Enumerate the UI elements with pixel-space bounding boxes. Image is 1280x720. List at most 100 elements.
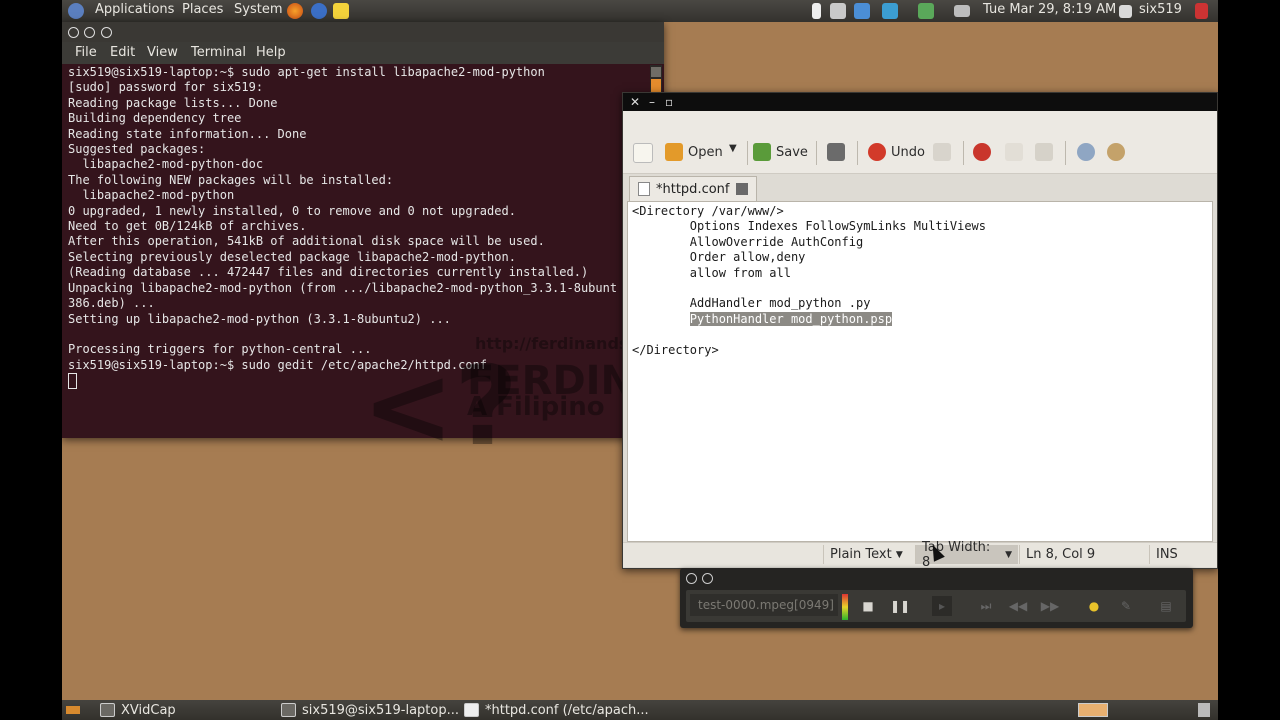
terminal-cursor	[68, 373, 77, 390]
xvidcap-titlebar[interactable]	[680, 568, 1193, 586]
maximize-icon[interactable]	[101, 27, 112, 38]
skip-forward-icon[interactable]: ⏭	[976, 596, 996, 616]
undo-button[interactable]: Undo	[868, 143, 925, 161]
open-button[interactable]: Open	[665, 143, 723, 161]
fast-forward-icon[interactable]: ▶▶	[1040, 596, 1060, 616]
terminal-output[interactable]: six519@six519-laptop:~$ sudo apt-get ins…	[68, 65, 618, 435]
minimize-icon[interactable]: –	[649, 95, 655, 109]
applications-menu[interactable]: Applications	[95, 2, 174, 17]
dropbox-icon[interactable]	[854, 3, 870, 19]
task-label: six519@six519-laptop...	[302, 702, 460, 718]
new-document-icon	[633, 143, 653, 163]
replace-button[interactable]	[1107, 143, 1125, 161]
copy-icon	[1005, 143, 1023, 161]
help-icon[interactable]	[311, 3, 327, 19]
redo-button[interactable]	[933, 143, 951, 161]
toolbar-separator	[747, 141, 748, 165]
clock[interactable]: Tue Mar 29, 8:19 AM	[983, 2, 1116, 17]
capture-filename[interactable]: test-0000.mpeg[0949]	[690, 594, 838, 616]
trash-button[interactable]	[1198, 701, 1210, 719]
language-selector[interactable]: Plain Text ▼	[823, 545, 914, 564]
mail-icon[interactable]	[954, 5, 970, 17]
cursor-position: Ln 8, Col 9	[1019, 545, 1142, 564]
close-tab-icon[interactable]	[735, 183, 748, 195]
copy-button[interactable]	[1005, 143, 1023, 161]
paste-button[interactable]	[1035, 143, 1053, 161]
maximize-icon[interactable]: ▫	[665, 95, 673, 109]
toolbar-separator	[1065, 141, 1066, 165]
code-text: <Directory /var/www/> Options Indexes Fo…	[632, 204, 986, 358]
code-after-selection: </Directory>	[632, 342, 719, 357]
top-panel: Applications Places System Tue Mar 29, 8…	[62, 0, 1218, 22]
chat-icon[interactable]	[830, 3, 846, 19]
task-gedit[interactable]: *httpd.conf (/etc/apach...	[464, 701, 649, 719]
save-button[interactable]: Save	[753, 143, 808, 161]
menu-help[interactable]: Help	[256, 45, 286, 60]
find-button[interactable]	[1077, 143, 1095, 161]
right-letterbox	[1218, 0, 1280, 720]
terminal-line: Reading package lists... Done	[68, 95, 278, 110]
task-terminal[interactable]: six519@six519-laptop...	[281, 701, 459, 719]
places-menu[interactable]: Places	[182, 2, 223, 17]
menu-file[interactable]: File	[75, 45, 97, 60]
toolbar-separator	[963, 141, 964, 165]
file-icon[interactable]: ▤	[1156, 596, 1176, 616]
firefox-icon[interactable]	[287, 3, 303, 19]
terminal-line: Setting up libapache2-mod-python (3.3.1-…	[68, 311, 451, 326]
stop-icon[interactable]: ■	[858, 596, 878, 616]
tab-httpd-conf[interactable]: *httpd.conf	[629, 176, 757, 201]
terminal-line: libapache2-mod-python	[68, 188, 235, 203]
terminal-line: Selecting previously deselected package …	[68, 249, 516, 264]
gedit-tabbar: *httpd.conf	[623, 174, 1217, 201]
show-desktop-icon	[66, 706, 80, 714]
menu-terminal[interactable]: Terminal	[191, 45, 246, 60]
lock-icon[interactable]: ●	[1084, 596, 1104, 616]
close-icon[interactable]	[686, 573, 697, 584]
minimize-icon[interactable]	[702, 573, 713, 584]
chevron-down-icon: ▼	[1005, 549, 1012, 560]
edit-icon[interactable]: ✎	[1116, 596, 1136, 616]
battery-icon[interactable]	[812, 3, 821, 19]
rewind-icon[interactable]: ◀◀	[1008, 596, 1028, 616]
terminal-line: six519@six519-laptop:~$ sudo gedit /etc/…	[68, 357, 488, 372]
show-desktop-button[interactable]	[66, 701, 80, 719]
trash-icon	[1198, 703, 1210, 717]
workspace-switcher[interactable]	[1078, 701, 1108, 719]
username[interactable]: six519	[1139, 2, 1182, 17]
bottom-panel: XVidCap six519@six519-laptop... *httpd.c…	[62, 700, 1218, 720]
new-document-button[interactable]	[633, 143, 653, 163]
notes-icon[interactable]	[333, 3, 349, 19]
save-icon	[753, 143, 771, 161]
gedit-editor[interactable]: <Directory /var/www/> Options Indexes Fo…	[627, 201, 1213, 542]
ubuntu-logo-icon[interactable]	[68, 3, 84, 19]
open-dropdown-icon[interactable]: ▼	[729, 143, 737, 154]
cut-button[interactable]	[973, 143, 991, 161]
step-icon[interactable]: ▸	[932, 596, 952, 616]
terminal-line: Suggested packages:	[68, 142, 206, 157]
update-icon[interactable]	[918, 3, 934, 19]
scroll-up-icon[interactable]	[651, 67, 661, 77]
terminal-line: (Reading database ... 472447 files and d…	[68, 265, 589, 280]
task-xvidcap[interactable]: XVidCap	[100, 701, 176, 719]
minimize-icon[interactable]	[84, 27, 95, 38]
close-icon[interactable]: ✕	[630, 95, 640, 109]
terminal-line: The following NEW packages will be insta…	[68, 172, 394, 187]
close-icon[interactable]	[68, 27, 79, 38]
redo-icon	[933, 143, 951, 161]
gedit-toolbar: Open ▼ Save Undo	[623, 133, 1217, 174]
terminal-titlebar[interactable]	[62, 22, 664, 42]
terminal-line: After this operation, 541kB of additiona…	[68, 234, 545, 249]
menu-view[interactable]: View	[147, 45, 178, 60]
system-menu[interactable]: System	[234, 2, 282, 17]
toolbar-separator	[816, 141, 817, 165]
pause-icon[interactable]: ❚❚	[890, 596, 910, 616]
text-editor-icon	[464, 703, 479, 717]
left-letterbox	[0, 0, 62, 720]
menu-edit[interactable]: Edit	[110, 45, 135, 60]
network-icon[interactable]	[882, 3, 898, 19]
gedit-titlebar[interactable]: ✕ – ▫	[623, 93, 1217, 111]
gedit-window: ✕ – ▫ Open ▼ Save Undo *httpd.conf <Dire…	[622, 92, 1218, 570]
logout-icon[interactable]	[1195, 3, 1208, 19]
print-button[interactable]	[827, 143, 845, 161]
terminal-line: Unpacking libapache2-mod-python (from ..…	[68, 280, 618, 295]
